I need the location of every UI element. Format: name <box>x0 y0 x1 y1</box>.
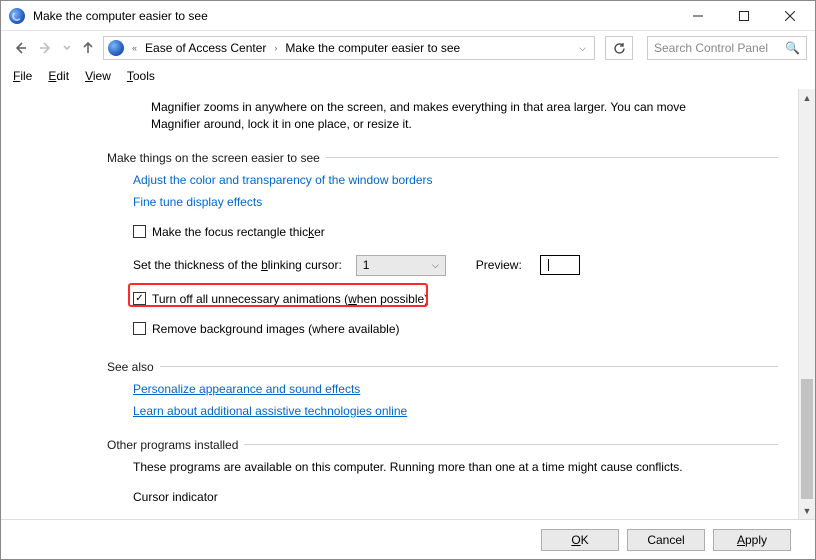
ok-button[interactable]: OK <box>541 529 619 551</box>
chevron-right-icon: › <box>272 43 279 53</box>
recent-locations-button[interactable] <box>61 37 73 59</box>
location-icon <box>108 40 124 56</box>
window-title: Make the computer easier to see <box>33 9 208 23</box>
app-icon <box>9 8 25 24</box>
checkbox-remove-bg[interactable] <box>133 322 146 335</box>
cursor-preview <box>540 255 580 275</box>
program-cursor-indicator: Cursor indicator <box>133 490 218 504</box>
intro-text: Magnifier zooms in anywhere on the scree… <box>151 99 711 133</box>
apply-button[interactable]: Apply <box>713 529 791 551</box>
back-button[interactable] <box>9 37 31 59</box>
address-bar[interactable]: « Ease of Access Center › Make the compu… <box>103 36 595 60</box>
address-dropdown-icon[interactable]: ⌵ <box>575 43 590 54</box>
link-assistive-tech[interactable]: Learn about additional assistive technol… <box>133 404 407 418</box>
menu-file[interactable]: File <box>13 69 32 83</box>
checkbox-focus-rect-label: Make the focus rectangle thicker <box>152 225 325 239</box>
link-personalize[interactable]: Personalize appearance and sound effects <box>133 382 360 396</box>
chevron-down-icon: ⌵ <box>432 260 439 271</box>
close-button[interactable] <box>767 1 813 31</box>
section-heading-other-programs: Other programs installed <box>107 438 778 452</box>
search-input[interactable]: Search Control Panel 🔍 <box>647 36 807 60</box>
cursor-thickness-label: Set the thickness of the blinking cursor… <box>133 258 342 272</box>
section-heading-easier-to-see: Make things on the screen easier to see <box>107 151 778 165</box>
checkbox-focus-rect[interactable] <box>133 225 146 238</box>
other-programs-desc: These programs are available on this com… <box>133 460 683 474</box>
checkbox-remove-bg-label: Remove background images (where availabl… <box>152 322 399 336</box>
preview-label: Preview: <box>476 258 522 272</box>
forward-button[interactable] <box>35 37 57 59</box>
link-fine-tune[interactable]: Fine tune display effects <box>133 195 262 209</box>
refresh-button[interactable] <box>605 36 633 60</box>
checkbox-turn-off-animations-label: Turn off all unnecessary animations (whe… <box>152 292 428 306</box>
menu-tools[interactable]: Tools <box>127 69 155 83</box>
section-heading-see-also: See also <box>107 360 778 374</box>
chevron-left-icon: « <box>130 43 139 53</box>
menu-edit[interactable]: Edit <box>48 69 69 83</box>
checkbox-turn-off-animations[interactable] <box>133 292 146 305</box>
dialog-footer: OK Cancel Apply <box>1 519 815 559</box>
breadcrumb-item[interactable]: Make the computer easier to see <box>285 41 460 55</box>
menu-view[interactable]: View <box>85 69 111 83</box>
vertical-scrollbar[interactable]: ▲ ▼ <box>798 89 815 519</box>
up-button[interactable] <box>77 37 99 59</box>
menu-bar: File Edit View Tools <box>1 65 815 87</box>
cancel-button[interactable]: Cancel <box>627 529 705 551</box>
scroll-down-icon[interactable]: ▼ <box>799 502 815 519</box>
link-adjust-color[interactable]: Adjust the color and transparency of the… <box>133 173 433 187</box>
maximize-button[interactable] <box>721 1 767 31</box>
search-icon: 🔍 <box>785 41 800 55</box>
breadcrumb-item[interactable]: Ease of Access Center <box>145 41 266 55</box>
minimize-button[interactable] <box>675 1 721 31</box>
title-bar: Make the computer easier to see <box>1 1 815 31</box>
scroll-up-icon[interactable]: ▲ <box>799 89 815 106</box>
scroll-thumb[interactable] <box>801 379 813 499</box>
search-placeholder: Search Control Panel <box>654 41 768 55</box>
navigation-row: « Ease of Access Center › Make the compu… <box>1 31 815 65</box>
content-area: Magnifier zooms in anywhere on the scree… <box>1 89 798 519</box>
cursor-thickness-select[interactable]: 1 ⌵ <box>356 255 446 276</box>
